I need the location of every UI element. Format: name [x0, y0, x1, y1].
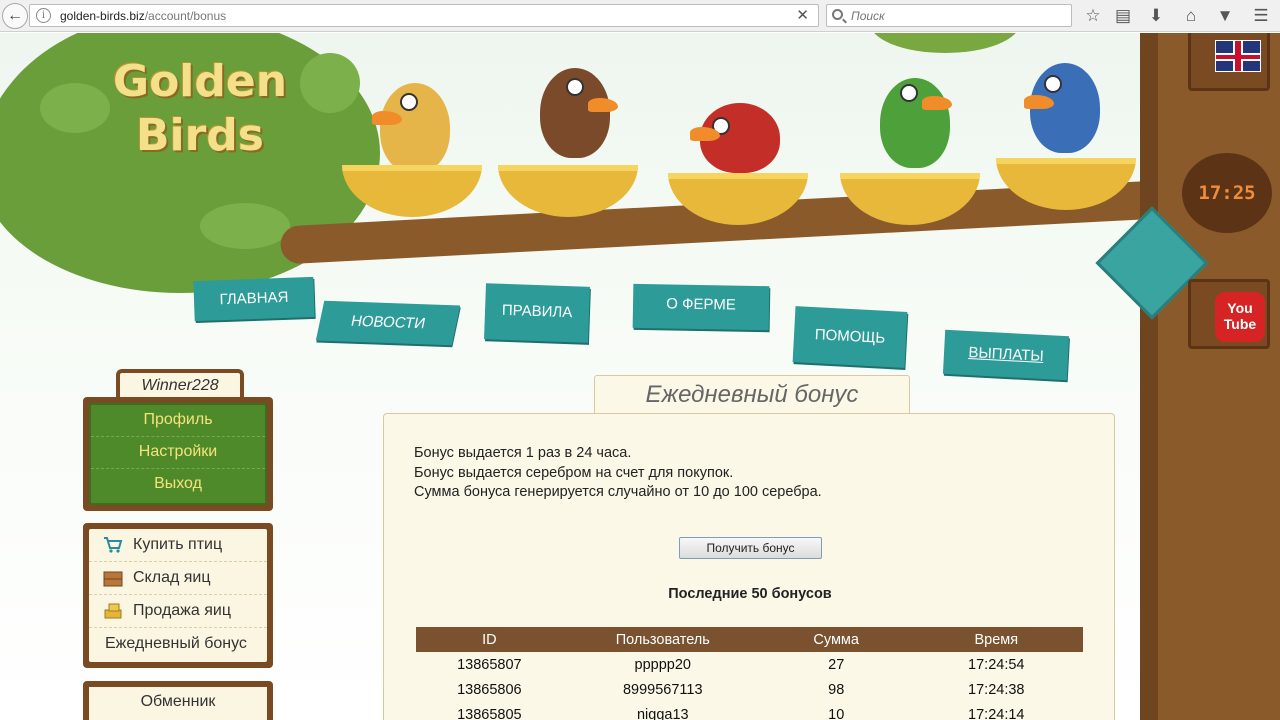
- exchanger-menu: Обменник: [83, 681, 273, 720]
- daily-bonus-link[interactable]: Ежедневный бонус: [89, 628, 267, 661]
- last-bonuses-title: Последние 50 бонусов: [668, 586, 832, 602]
- site-page: Golden Birds 17:25 You Tube ГЛАВНАЯ НОВОСТ…: [0, 33, 1280, 720]
- table-row: 13865806 8999567113 98 17:24:38: [457, 681, 1025, 698]
- cart-icon: [104, 537, 123, 553]
- page-title: Ежедневный бонус: [594, 375, 910, 415]
- clock: 17:25: [1182, 153, 1272, 233]
- get-bonus-button[interactable]: Получить бонус: [679, 537, 822, 559]
- browser-search-box[interactable]: [826, 4, 1072, 27]
- exchanger-link[interactable]: Обменник: [89, 687, 267, 720]
- language-switcher[interactable]: [1188, 33, 1270, 91]
- col-time: Время: [909, 627, 1083, 652]
- download-arrow-icon[interactable]: ⬇: [1145, 5, 1167, 27]
- nav-news[interactable]: НОВОСТИ: [315, 300, 461, 346]
- logout-link[interactable]: Выход: [91, 469, 265, 501]
- youtube-plaque[interactable]: You Tube: [1188, 279, 1270, 349]
- uk-flag-icon[interactable]: [1215, 40, 1261, 72]
- bonus-panel: Бонус выдается 1 раз в 24 часа. Бонус вы…: [383, 413, 1115, 720]
- star-icon[interactable]: ☆: [1082, 5, 1104, 27]
- menu-icon[interactable]: ☰: [1250, 5, 1272, 27]
- pocket-icon[interactable]: ▼: [1214, 5, 1236, 27]
- col-user: Пользователь: [562, 627, 763, 652]
- red-bird-icon: [690, 103, 780, 173]
- url-text[interactable]: golden-birds.biz/account/bonus: [60, 9, 226, 23]
- url-domain: golden-birds.biz: [60, 9, 145, 23]
- browser-toolbar: ← i golden-birds.biz/account/bonus ✕ ☆ ▤…: [0, 0, 1280, 32]
- table-row: 13865805 nigga13 10 17:24:14: [457, 706, 1025, 720]
- brown-bird-icon: [540, 68, 618, 158]
- green-bird-icon: [880, 78, 952, 168]
- nav-payouts[interactable]: ВЫПЛАТЫ: [942, 329, 1070, 381]
- account-menu: Профиль Настройки Выход: [83, 397, 273, 511]
- col-amount: Сумма: [762, 627, 910, 652]
- url-path: /account/bonus: [144, 9, 227, 23]
- shop-menu: Купить птиц Склад яиц Продажа яиц Ежедне…: [83, 523, 273, 668]
- col-id: ID: [416, 627, 563, 652]
- search-icon: [832, 9, 843, 20]
- egg-storage-link[interactable]: Склад яиц: [89, 562, 267, 595]
- nav-help[interactable]: ПОМОЩЬ: [792, 306, 908, 368]
- bonus-info: Бонус выдается 1 раз в 24 часа. Бонус вы…: [414, 445, 822, 500]
- nav-about[interactable]: О ФЕРМЕ: [632, 283, 770, 331]
- nav-home[interactable]: ГЛАВНАЯ: [193, 276, 315, 322]
- table-header-row: ID Пользователь Сумма Время: [416, 627, 1083, 652]
- crate-icon: [103, 571, 123, 587]
- sell-eggs-link[interactable]: Продажа яиц: [89, 595, 267, 628]
- nav-rules[interactable]: ПРАВИЛА: [484, 283, 590, 343]
- profile-link[interactable]: Профиль: [91, 405, 265, 437]
- blue-bird-icon: [1024, 63, 1100, 153]
- tree-trunk: [1140, 33, 1280, 720]
- info-icon[interactable]: i: [36, 8, 51, 23]
- settings-link[interactable]: Настройки: [91, 437, 265, 469]
- close-icon[interactable]: ✕: [796, 6, 809, 24]
- back-arrow-icon[interactable]: ←: [2, 3, 28, 29]
- youtube-icon[interactable]: You Tube: [1215, 292, 1265, 342]
- site-logo[interactable]: Golden Birds: [110, 55, 290, 163]
- buy-birds-link[interactable]: Купить птиц: [89, 529, 267, 562]
- table-row: 13865807 ppppp20 27 17:24:54: [457, 656, 1025, 673]
- search-input[interactable]: [851, 7, 1061, 24]
- gold-bars-icon: [104, 603, 122, 619]
- home-icon[interactable]: ⌂: [1180, 5, 1202, 27]
- yellow-bird-icon: [372, 83, 450, 173]
- address-bar[interactable]: i golden-birds.biz/account/bonus ✕: [29, 4, 819, 27]
- bonus-table: ID Пользователь Сумма Время 13865807 ppp…: [416, 627, 1083, 720]
- reading-list-icon[interactable]: ▤: [1112, 5, 1134, 27]
